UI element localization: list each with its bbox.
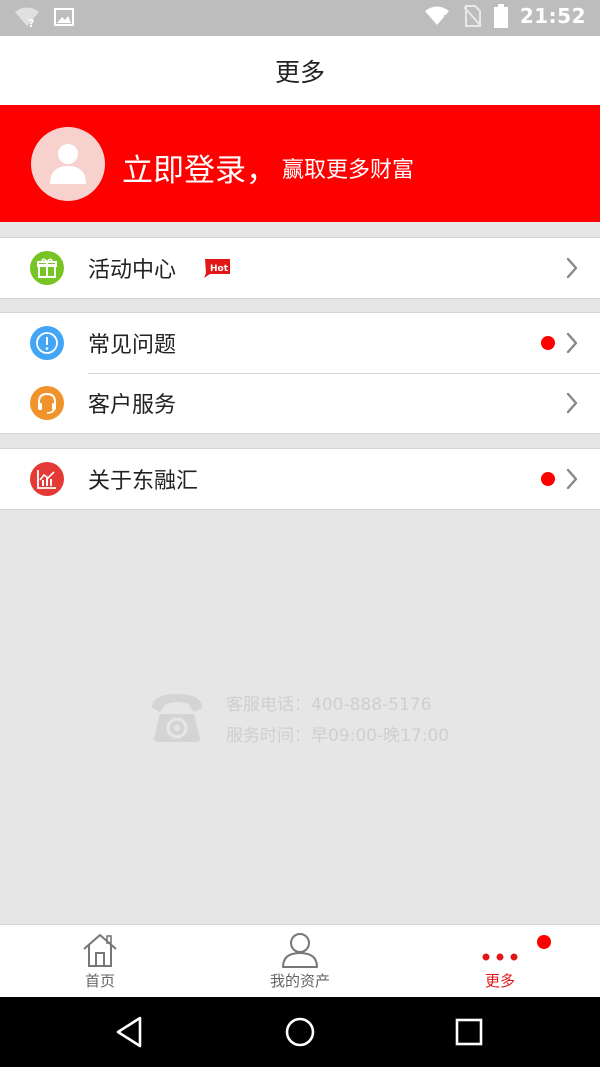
battery-icon — [493, 4, 508, 28]
service-hours: 服务时间：早09:00-晚17:00 — [226, 726, 450, 746]
menu-item-label: 关于东融汇 — [88, 469, 199, 494]
menu-item-activity-center[interactable]: 活动中心 Hot — [0, 238, 600, 298]
tab-my-assets[interactable]: 我的资产 — [200, 925, 400, 998]
menu-group-activity: 活动中心 Hot — [0, 237, 600, 299]
page-title: 更多 — [274, 57, 325, 87]
login-now-text[interactable]: 立即登录， — [122, 145, 277, 190]
menu-item-about[interactable]: 关于东融汇 — [0, 449, 600, 509]
avatar[interactable] — [31, 127, 105, 201]
home-icon — [83, 934, 117, 967]
tab-label: 我的资产 — [269, 972, 330, 990]
svg-text:Hot: Hot — [210, 264, 229, 274]
status-bar: ? 21:52 — [0, 0, 600, 36]
image-icon — [54, 8, 74, 26]
notification-dot — [541, 472, 555, 486]
tab-home[interactable]: 首页 — [0, 925, 200, 998]
chevron-right-icon — [566, 392, 578, 414]
notification-dot — [541, 336, 555, 350]
wifi-icon — [424, 6, 449, 25]
menu-item-customer-service[interactable]: 客户服务 — [0, 373, 600, 433]
chevron-right-icon — [566, 468, 578, 490]
tab-more[interactable]: 更多 — [400, 925, 600, 998]
bottom-tab-bar: 首页 我的资产 更多 — [0, 924, 600, 997]
system-nav-bar — [0, 997, 600, 1067]
notification-dot — [537, 935, 551, 949]
menu-item-label: 客户服务 — [88, 393, 177, 418]
menu-item-label: 常见问题 — [88, 333, 177, 358]
menu-group-help: 常见问题 客户服务 — [0, 312, 600, 434]
menu-item-faq[interactable]: 常见问题 — [0, 313, 600, 373]
user-avatar-icon — [50, 144, 86, 184]
login-slogan-text: 赢取更多财富 — [282, 158, 415, 183]
tab-label: 首页 — [84, 972, 115, 990]
chevron-right-icon — [566, 257, 578, 279]
status-time: 21:52 — [519, 4, 586, 28]
user-icon — [282, 933, 318, 968]
chart-icon — [30, 462, 64, 496]
back-icon[interactable] — [112, 1014, 148, 1050]
svg-text:?: ? — [28, 17, 34, 28]
telephone-icon — [152, 694, 202, 742]
gift-icon — [30, 251, 64, 285]
menu-group-about: 关于东融汇 — [0, 448, 600, 510]
chevron-right-icon — [566, 332, 578, 354]
no-sim-icon — [463, 5, 482, 27]
hot-badge-icon: Hot — [204, 259, 230, 278]
tab-label: 更多 — [484, 972, 515, 990]
service-phone: 客服电话：400-888-5176 — [226, 695, 432, 715]
info-icon — [30, 326, 64, 360]
home-button-icon[interactable] — [282, 1014, 318, 1050]
wifi-unknown-icon: ? — [15, 7, 39, 28]
recent-apps-icon[interactable] — [451, 1014, 487, 1050]
more-dots-icon — [482, 953, 518, 961]
menu-item-label: 活动中心 — [88, 258, 177, 283]
contact-info: 客服电话：400-888-5176 服务时间：早09:00-晚17:00 — [148, 688, 468, 748]
headset-icon — [30, 386, 64, 420]
page-header: 更多 — [0, 36, 600, 105]
login-banner[interactable]: 立即登录， 赢取更多财富 — [0, 105, 600, 222]
